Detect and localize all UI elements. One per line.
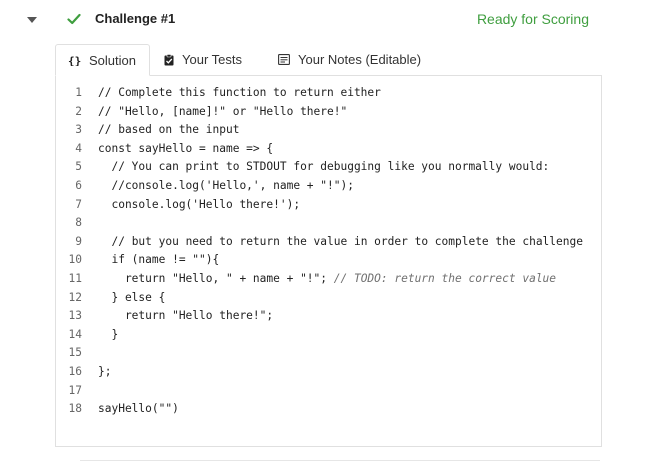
line-number: 15 xyxy=(68,346,82,360)
code-line[interactable]: 3// based on the input xyxy=(56,121,601,140)
divider xyxy=(80,460,600,461)
line-number: 8 xyxy=(75,216,82,230)
code-panel: 1// Complete this function to return eit… xyxy=(55,75,602,447)
tab-your-notes[interactable]: Your Notes (Editable) xyxy=(262,44,433,75)
tab-your-tests-label: Your Tests xyxy=(182,52,242,67)
challenge-title: Challenge #1 xyxy=(95,11,176,26)
line-number: 18 xyxy=(68,402,82,416)
code-line[interactable]: 4 const sayHello = name => { xyxy=(56,140,601,159)
code-line[interactable]: 6 //console.log('Hello,', name + "!"); xyxy=(56,177,601,196)
code-text[interactable] xyxy=(82,344,98,363)
clipboard-icon xyxy=(164,53,174,66)
code-text[interactable]: // but you need to return the value in o… xyxy=(82,233,588,252)
status-label: Ready for Scoring xyxy=(476,11,589,27)
code-text[interactable]: }; xyxy=(82,363,111,382)
line-number: 1 xyxy=(75,86,82,99)
check-icon xyxy=(67,13,81,25)
tab-solution-label: Solution xyxy=(89,52,136,68)
code-line[interactable]: 11 return "Hello, " + name + "!"; // TOD… xyxy=(56,270,601,289)
code-comment: // TODO: return the correct value xyxy=(333,271,557,285)
svg-text:{}: {} xyxy=(68,55,81,66)
tab-your-notes-label: Your Notes (Editable) xyxy=(298,52,422,67)
code-text[interactable]: // "Hello, [name]!" or "Hello there!" xyxy=(82,103,347,122)
line-number: 9 xyxy=(75,234,82,248)
code-line[interactable]: 15 xyxy=(56,344,601,363)
caret-down-icon[interactable] xyxy=(26,14,38,26)
line-number: 10 xyxy=(68,253,82,267)
line-number: 12 xyxy=(68,290,82,304)
code-text[interactable]: } xyxy=(82,326,118,345)
line-number: 4 xyxy=(75,141,82,155)
code-text[interactable]: if (name != ""){ xyxy=(82,251,219,270)
code-line[interactable]: 7 console.log('Hello there!'); xyxy=(56,196,601,215)
line-number: 2 xyxy=(75,104,82,118)
tab-solution[interactable]: {} Solution xyxy=(55,44,150,76)
line-number: 14 xyxy=(68,327,82,341)
code-text[interactable]: return "Hello, " + name + "!"; // TODO: … xyxy=(82,270,556,289)
code-text[interactable] xyxy=(82,382,98,401)
code-line[interactable]: 14 } xyxy=(56,326,601,345)
code-segment: return "Hello, " + name + "!"; xyxy=(98,271,334,285)
code-editor[interactable]: 1// Complete this function to return eit… xyxy=(56,84,601,419)
code-text[interactable]: sayHello("") xyxy=(82,400,179,419)
line-number: 16 xyxy=(68,364,82,378)
challenge-page: Challenge #1 Ready for Scoring {} Soluti… xyxy=(0,0,660,470)
code-line[interactable]: 18 sayHello("") xyxy=(56,400,601,419)
code-line[interactable]: 16}; xyxy=(56,363,601,382)
challenge-header[interactable]: Challenge #1 Ready for Scoring xyxy=(0,0,660,40)
notes-icon xyxy=(278,54,290,65)
code-text[interactable]: console.log('Hello there!'); xyxy=(82,196,300,215)
braces-icon: {} xyxy=(68,55,81,66)
line-number: 6 xyxy=(75,178,82,192)
code-text[interactable]: const sayHello = name => { xyxy=(82,140,273,159)
tab-your-tests[interactable]: Your Tests xyxy=(150,44,262,75)
code-line[interactable]: 8 xyxy=(56,214,601,233)
code-text[interactable]: //console.log('Hello,', name + "!"); xyxy=(82,177,353,196)
code-line[interactable]: 2// "Hello, [name]!" or "Hello there!" xyxy=(56,103,601,122)
line-number: 5 xyxy=(75,160,82,174)
code-line[interactable]: 1// Complete this function to return eit… xyxy=(56,84,601,103)
code-text[interactable]: // Complete this function to return eith… xyxy=(82,84,381,103)
line-number: 17 xyxy=(68,383,82,397)
code-line[interactable]: 9 // but you need to return the value in… xyxy=(56,233,601,252)
code-line[interactable]: 17 xyxy=(56,382,601,401)
line-number: 7 xyxy=(75,197,82,211)
code-text[interactable]: // You can print to STDOUT for debugging… xyxy=(82,158,549,177)
line-number: 11 xyxy=(68,271,82,285)
tab-bar: {} Solution Your Tests Your Notes (Edita… xyxy=(55,44,433,76)
code-text[interactable]: // based on the input xyxy=(82,121,239,140)
code-text[interactable] xyxy=(82,214,98,233)
code-text[interactable]: } else { xyxy=(82,289,165,308)
code-text[interactable]: return "Hello there!"; xyxy=(82,307,273,326)
line-number: 3 xyxy=(75,123,82,137)
code-line[interactable]: 10 if (name != ""){ xyxy=(56,251,601,270)
line-number: 13 xyxy=(68,309,82,323)
code-line[interactable]: 12 } else { xyxy=(56,289,601,308)
code-line[interactable]: 5 // You can print to STDOUT for debuggi… xyxy=(56,158,601,177)
code-line[interactable]: 13 return "Hello there!"; xyxy=(56,307,601,326)
